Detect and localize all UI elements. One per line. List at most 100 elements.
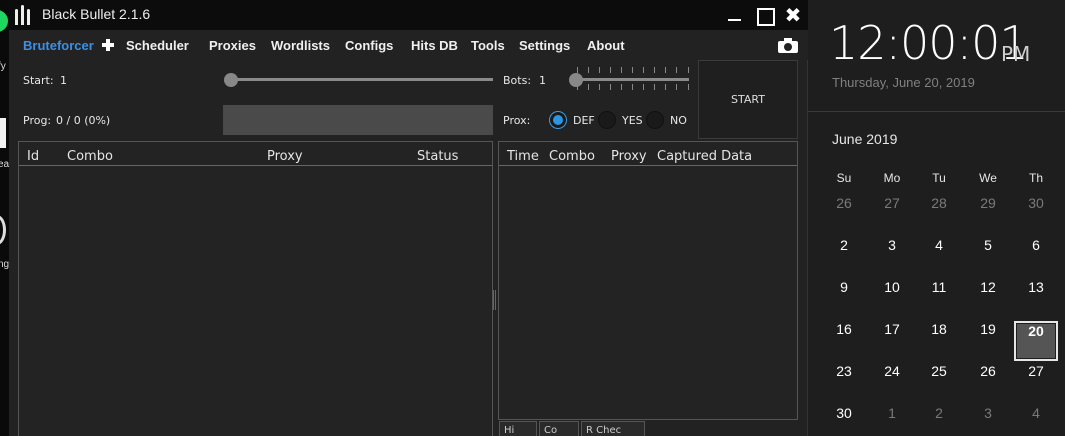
calendar-day[interactable]: 30 bbox=[1014, 195, 1058, 235]
bottom-tab-copy[interactable]: Co bbox=[539, 421, 579, 436]
prox-def-radio[interactable] bbox=[549, 111, 567, 129]
column-header-id[interactable]: Id bbox=[27, 149, 39, 164]
menu-wordlists[interactable]: Wordlists bbox=[271, 38, 330, 53]
plus-icon[interactable] bbox=[101, 38, 115, 52]
start-value: 1 bbox=[60, 74, 67, 87]
bottom-tab-hits[interactable]: Hi bbox=[499, 421, 537, 436]
column-header-proxy[interactable]: Proxy bbox=[611, 149, 647, 164]
calendar-day[interactable]: 13 bbox=[1014, 279, 1058, 319]
calendar-day[interactable]: 16 bbox=[822, 321, 866, 361]
desktop-label: ea bbox=[0, 159, 9, 170]
close-button[interactable]: ✖ bbox=[782, 4, 804, 26]
calendar-day[interactable]: 26 bbox=[822, 195, 866, 235]
camera-icon[interactable] bbox=[778, 38, 798, 53]
calendar-day[interactable]: 9 bbox=[822, 279, 866, 319]
calendar-month-title[interactable]: June 2019 bbox=[832, 131, 897, 147]
calendar-day[interactable]: 19 bbox=[966, 321, 1010, 361]
prog-value: 0 / 0 (0%) bbox=[56, 114, 111, 127]
calendar-day[interactable]: 28 bbox=[917, 195, 961, 235]
menu-about[interactable]: About bbox=[587, 38, 625, 53]
calendar-day[interactable]: 11 bbox=[917, 279, 961, 319]
desktop-label: ng bbox=[0, 259, 9, 270]
bots-value: 1 bbox=[539, 74, 546, 87]
bots-grid[interactable]: Id Combo Proxy Status bbox=[18, 141, 493, 436]
column-header-captured-data[interactable]: Captured Data bbox=[657, 149, 752, 164]
calendar-day[interactable]: 4 bbox=[917, 237, 961, 277]
grid-splitter-handle[interactable] bbox=[493, 290, 496, 310]
start-slider-thumb[interactable] bbox=[224, 73, 238, 87]
spotify-icon[interactable] bbox=[0, 10, 8, 32]
bottom-tab-recheck[interactable]: R Chec bbox=[581, 421, 645, 436]
bots-label: Bots: bbox=[503, 74, 532, 87]
calendar-day[interactable]: 25 bbox=[917, 363, 961, 403]
calendar-day[interactable]: 27 bbox=[870, 195, 914, 235]
calendar-day[interactable]: 23 bbox=[822, 363, 866, 403]
document-icon[interactable] bbox=[0, 118, 6, 148]
calendar-day-today[interactable]: 20 bbox=[1014, 321, 1058, 361]
menu-hits-db[interactable]: Hits DB bbox=[411, 38, 458, 53]
bots-slider-ticks bbox=[577, 67, 689, 73]
calendar-day[interactable]: 6 bbox=[1014, 237, 1058, 277]
column-header-status[interactable]: Status bbox=[417, 149, 458, 164]
bots-slider-thumb[interactable] bbox=[569, 73, 583, 87]
bots-grid-header: Id Combo Proxy Status bbox=[19, 142, 492, 166]
clock-calendar-flyout: 12:00:01 PM Thursday, June 20, 2019 June… bbox=[808, 0, 1065, 436]
menu-settings[interactable]: Settings bbox=[519, 38, 570, 53]
desktop-strip: fy ea ng bbox=[0, 0, 9, 436]
start-button[interactable]: START bbox=[698, 60, 798, 139]
prox-yes-label: YES bbox=[622, 114, 643, 127]
prog-label: Prog: bbox=[23, 114, 52, 127]
menu-bruteforcer[interactable]: Bruteforcer bbox=[23, 38, 94, 53]
calendar-day[interactable]: 12 bbox=[966, 279, 1010, 319]
calendar-day[interactable]: 27 bbox=[1014, 363, 1058, 403]
menu-proxies[interactable]: Proxies bbox=[209, 38, 256, 53]
app-icon[interactable] bbox=[0, 215, 6, 245]
prox-no-label: NO bbox=[670, 114, 687, 127]
column-header-combo[interactable]: Combo bbox=[549, 149, 595, 164]
bots-slider-track[interactable] bbox=[575, 78, 689, 81]
calendar-day[interactable]: 24 bbox=[870, 363, 914, 403]
maximize-button[interactable] bbox=[753, 4, 775, 26]
weekday-header: Mo bbox=[883, 171, 901, 185]
desktop-label: fy bbox=[0, 61, 6, 72]
calendar-day[interactable]: 18 bbox=[917, 321, 961, 361]
calendar-day[interactable]: 17 bbox=[870, 321, 914, 361]
calendar-day[interactable]: 3 bbox=[966, 405, 1010, 436]
calendar-day[interactable]: 3 bbox=[870, 237, 914, 277]
prox-yes-radio[interactable] bbox=[598, 111, 616, 129]
clock-time: 12:00:01 bbox=[829, 16, 1029, 70]
calendar-day[interactable]: 29 bbox=[966, 195, 1010, 235]
column-header-time[interactable]: Time bbox=[507, 149, 539, 164]
calendar-day[interactable]: 2 bbox=[917, 405, 961, 436]
bullets-logo-icon bbox=[15, 5, 33, 25]
clock-ampm: PM bbox=[1001, 42, 1031, 66]
calendar-day[interactable]: 10 bbox=[870, 279, 914, 319]
calendar-day[interactable]: 2 bbox=[822, 237, 866, 277]
calendar-day[interactable]: 1 bbox=[870, 405, 914, 436]
clock-date[interactable]: Thursday, June 20, 2019 bbox=[832, 75, 975, 90]
menu-scheduler[interactable]: Scheduler bbox=[126, 38, 189, 53]
weekday-header: Tu bbox=[932, 171, 946, 185]
calendar-day[interactable]: 5 bbox=[966, 237, 1010, 277]
minimize-button[interactable] bbox=[724, 4, 746, 26]
menu-tools[interactable]: Tools bbox=[471, 38, 505, 53]
calendar-day[interactable]: 4 bbox=[1014, 405, 1058, 436]
calendar-day[interactable]: 26 bbox=[966, 363, 1010, 403]
prox-label: Prox: bbox=[503, 114, 531, 127]
start-slider-track[interactable] bbox=[231, 78, 493, 81]
menu-configs[interactable]: Configs bbox=[345, 38, 393, 53]
hits-grid[interactable]: Time Combo Proxy Captured Data bbox=[498, 141, 798, 420]
column-header-proxy[interactable]: Proxy bbox=[267, 149, 303, 164]
column-header-combo[interactable]: Combo bbox=[67, 149, 113, 164]
prox-no-radio[interactable] bbox=[646, 111, 664, 129]
weekday-header: Su bbox=[836, 171, 852, 185]
app-title: Black Bullet 2.1.6 bbox=[42, 6, 151, 22]
hits-grid-header: Time Combo Proxy Captured Data bbox=[499, 142, 797, 166]
title-bar[interactable]: Black Bullet 2.1.6 ✖ bbox=[9, 0, 808, 30]
black-bullet-window: Black Bullet 2.1.6 ✖ Bruteforcer Schedul… bbox=[9, 0, 808, 436]
calendar-day[interactable]: 30 bbox=[822, 405, 866, 436]
prox-def-label: DEF bbox=[573, 114, 595, 127]
weekday-header: We bbox=[979, 171, 997, 185]
weekday-header: Th bbox=[1028, 171, 1043, 185]
menu-bar: Bruteforcer Scheduler Proxies Wordlists … bbox=[9, 30, 808, 60]
